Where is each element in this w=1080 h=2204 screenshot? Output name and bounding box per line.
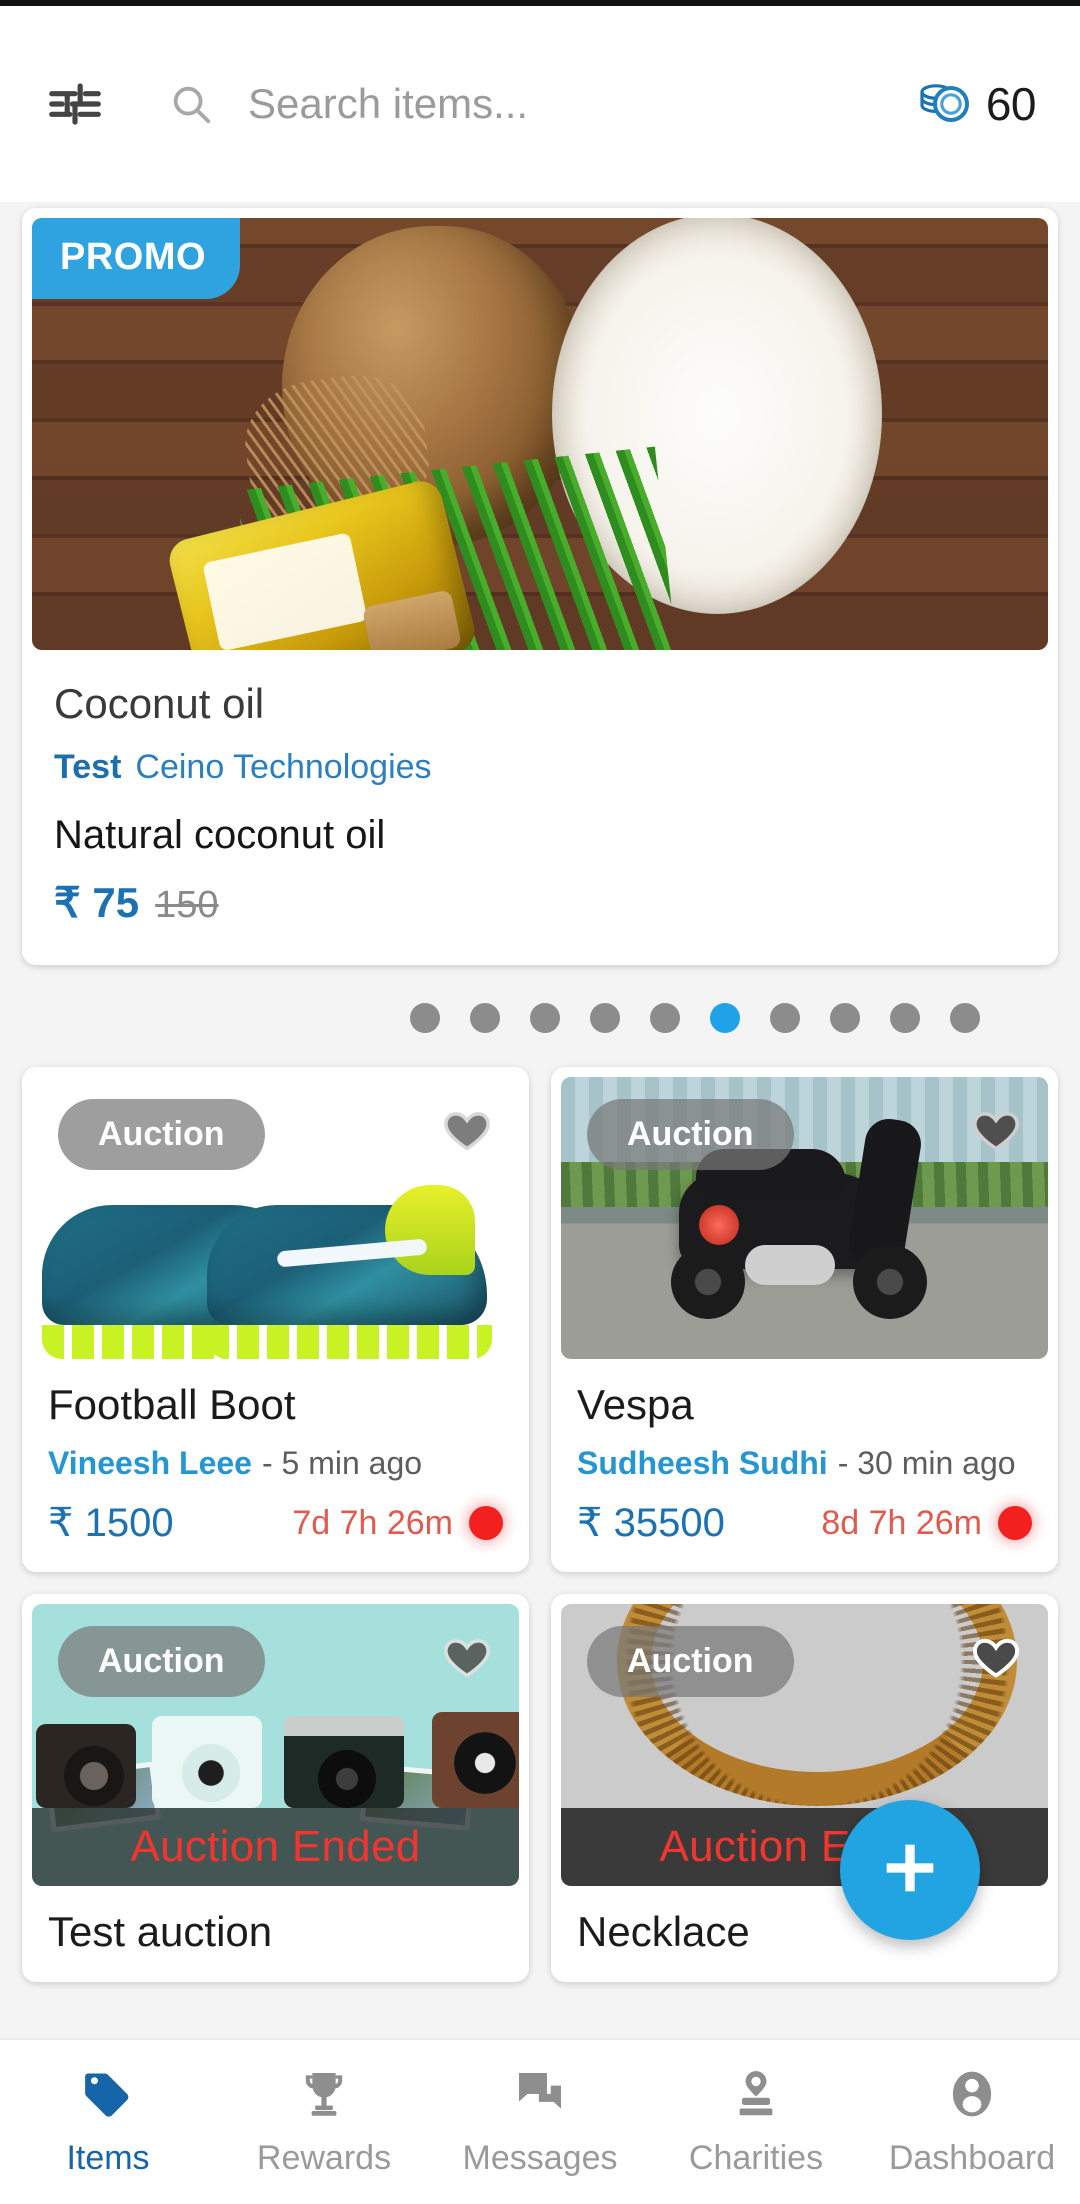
promo-description: Natural coconut oil bbox=[54, 813, 386, 857]
item-posted-time: - 5 min ago bbox=[261, 1445, 423, 1481]
nav-label: Rewards bbox=[256, 2139, 392, 2177]
promo-body: Coconut oil Test Ceino Technologies Natur… bbox=[22, 650, 1058, 965]
item-card[interactable]: Auction Vespa Sudheesh Sudhi - 30 min ago… bbox=[551, 1067, 1058, 1572]
item-title: Football Boot bbox=[48, 1381, 296, 1428]
coin-count: 60 bbox=[985, 78, 1037, 130]
heart-icon[interactable] bbox=[970, 1630, 1022, 1687]
price-tag-icon bbox=[80, 2066, 136, 2127]
item-body: Necklace bbox=[551, 1886, 1058, 1982]
item-card[interactable]: Auction Auction Ended Test auction bbox=[22, 1594, 529, 1982]
promo-title: Coconut oil bbox=[54, 680, 265, 727]
carousel-dot[interactable] bbox=[770, 1003, 800, 1033]
item-body: Test auction bbox=[22, 1886, 529, 1982]
auction-badge: Auction bbox=[587, 1099, 794, 1170]
item-seller[interactable]: Sudheesh Sudhi bbox=[577, 1445, 828, 1481]
carousel-dot[interactable] bbox=[650, 1003, 680, 1033]
bottom-navigation: Items Rewards Messages Charities Dashboa… bbox=[0, 2040, 1080, 2204]
item-body: Football Boot Vineesh Leee - 5 min ago ₹ … bbox=[22, 1359, 529, 1572]
promo-price-row: ₹ 75 150 bbox=[54, 878, 1026, 927]
carousel-dot[interactable] bbox=[590, 1003, 620, 1033]
carousel-dot[interactable] bbox=[830, 1003, 860, 1033]
live-indicator-dot bbox=[998, 1506, 1032, 1540]
promo-subtitle: Test Ceino Technologies bbox=[54, 748, 1026, 787]
item-title: Vespa bbox=[577, 1381, 694, 1428]
coin-balance[interactable]: 60 bbox=[916, 74, 1037, 135]
nav-item-items[interactable]: Items bbox=[0, 2066, 216, 2178]
content-scroll-area[interactable]: PROMO Coconut oil Test Ceino Technologies… bbox=[0, 202, 1080, 2040]
carousel-dot[interactable] bbox=[410, 1003, 440, 1033]
item-title: Necklace bbox=[577, 1908, 750, 1955]
item-title: Test auction bbox=[48, 1908, 273, 1955]
item-timer-text: 8d 7h 26m bbox=[821, 1503, 982, 1542]
charity-donation-icon bbox=[728, 2066, 784, 2127]
auction-badge: Auction bbox=[58, 1626, 265, 1697]
plus-icon bbox=[875, 1833, 945, 1908]
promo-image: PROMO bbox=[32, 218, 1048, 650]
carousel-dots[interactable] bbox=[0, 1003, 1080, 1033]
item-seller[interactable]: Vineesh Leee bbox=[48, 1445, 252, 1481]
item-price: ₹ 1500 bbox=[48, 1501, 174, 1545]
item-footer: ₹ 1500 7d 7h 26m bbox=[48, 1500, 503, 1546]
heart-icon[interactable] bbox=[441, 1630, 493, 1687]
auction-ended-text: Auction Ended bbox=[130, 1822, 421, 1871]
item-posted-time: - 30 min ago bbox=[837, 1445, 1016, 1481]
nav-item-charities[interactable]: Charities bbox=[648, 2066, 864, 2178]
item-image: Auction bbox=[32, 1077, 519, 1359]
auction-ended-overlay: Auction Ended bbox=[32, 1808, 519, 1886]
carousel-dot[interactable] bbox=[890, 1003, 920, 1033]
item-body: Vespa Sudheesh Sudhi - 30 min ago ₹ 35500… bbox=[551, 1359, 1058, 1572]
heart-icon[interactable] bbox=[441, 1103, 493, 1160]
carousel-dot[interactable] bbox=[950, 1003, 980, 1033]
coin-stack-icon bbox=[916, 74, 972, 135]
promo-price: ₹ 75 bbox=[54, 879, 140, 926]
item-card[interactable]: Auction Football Boot Vineesh Leee - 5 mi… bbox=[22, 1067, 529, 1572]
tune-filter-icon[interactable] bbox=[44, 73, 106, 135]
auction-badge: Auction bbox=[587, 1626, 794, 1697]
auction-badge: Auction bbox=[58, 1099, 265, 1170]
nav-label: Dashboard bbox=[888, 2139, 1056, 2177]
heart-icon[interactable] bbox=[970, 1103, 1022, 1160]
trophy-icon bbox=[296, 2066, 352, 2127]
item-footer: ₹ 35500 8d 7h 26m bbox=[577, 1500, 1032, 1546]
promo-old-price: 150 bbox=[155, 884, 219, 926]
nav-label: Charities bbox=[688, 2139, 824, 2177]
nav-label: Messages bbox=[462, 2139, 618, 2177]
item-card[interactable]: Auction Auction Ended Necklace bbox=[551, 1594, 1058, 1982]
promo-tag-label: Test bbox=[54, 748, 122, 786]
nav-label: Items bbox=[66, 2139, 150, 2177]
search-bar[interactable] bbox=[168, 59, 916, 149]
promo-card[interactable]: PROMO Coconut oil Test Ceino Technologies… bbox=[22, 208, 1058, 965]
item-meta: Vineesh Leee - 5 min ago bbox=[48, 1445, 503, 1482]
nav-item-rewards[interactable]: Rewards bbox=[216, 2066, 432, 2178]
item-timer: 7d 7h 26m bbox=[292, 1504, 503, 1543]
app-screen: 60 PROMO Coconut oil Test Ceino Technolog… bbox=[0, 0, 1080, 2204]
promo-badge: PROMO bbox=[32, 218, 241, 299]
item-timer-text: 7d 7h 26m bbox=[292, 1503, 453, 1542]
promo-organization: Ceino Technologies bbox=[135, 748, 432, 786]
carousel-dot[interactable] bbox=[710, 1003, 740, 1033]
account-circle-icon bbox=[944, 2066, 1000, 2127]
search-icon bbox=[168, 81, 214, 127]
item-image: Auction Auction Ended bbox=[32, 1604, 519, 1886]
app-header: 60 bbox=[0, 6, 1080, 202]
nav-item-dashboard[interactable]: Dashboard bbox=[864, 2066, 1080, 2178]
live-indicator-dot bbox=[469, 1506, 503, 1540]
item-price: ₹ 35500 bbox=[577, 1501, 725, 1545]
carousel-dot[interactable] bbox=[470, 1003, 500, 1033]
item-image: Auction bbox=[561, 1077, 1048, 1359]
item-meta: Sudheesh Sudhi - 30 min ago bbox=[577, 1445, 1032, 1482]
chat-bubble-icon bbox=[512, 2066, 568, 2127]
item-timer: 8d 7h 26m bbox=[821, 1504, 1032, 1543]
nav-item-messages[interactable]: Messages bbox=[432, 2066, 648, 2178]
search-input[interactable] bbox=[248, 74, 808, 134]
carousel-dot[interactable] bbox=[530, 1003, 560, 1033]
add-item-fab[interactable] bbox=[840, 1800, 980, 1940]
